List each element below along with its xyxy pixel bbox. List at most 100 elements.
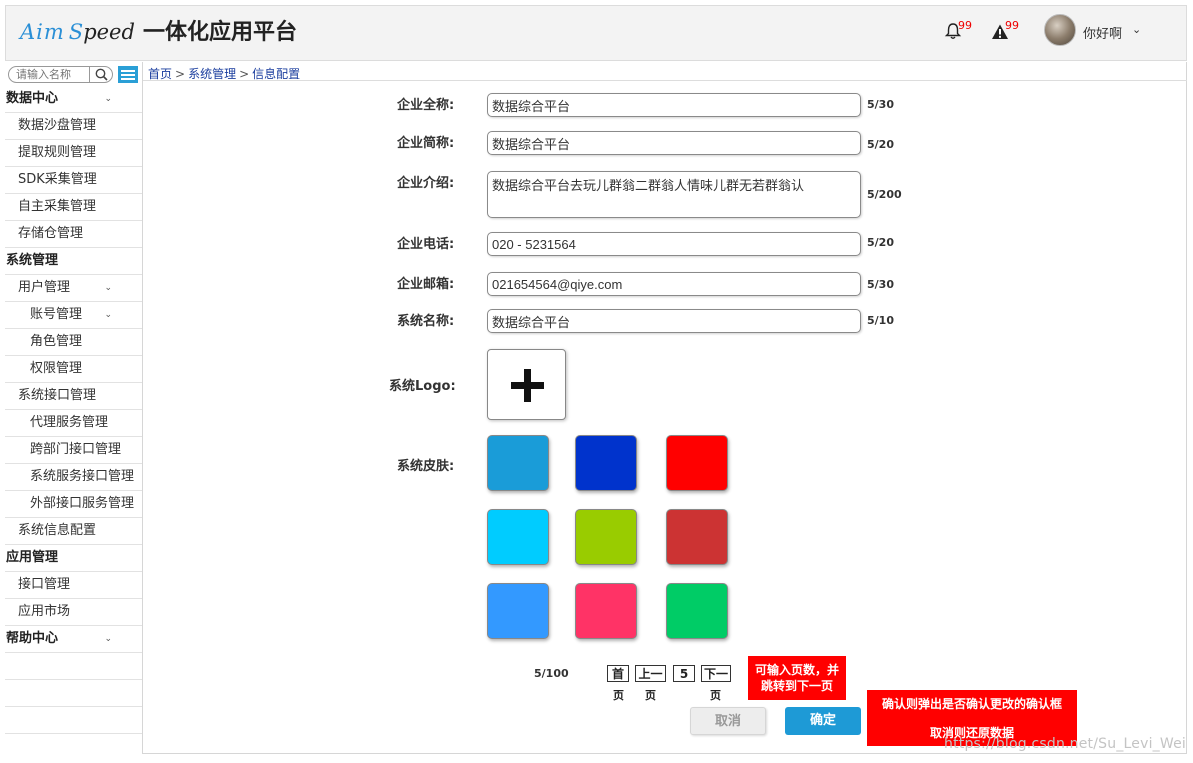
sidebar-empty-row (5, 707, 142, 734)
sidebar-item-label: 接口管理 (18, 577, 71, 592)
sidebar: 数据中心 ⌄ 数据沙盘管理提取规则管理 SDK采集管理自主采集管理存储仓管理系统管理用… (5, 62, 142, 752)
sidebar-item-label: 应用管理 (6, 550, 59, 565)
system-name-input[interactable] (487, 309, 861, 333)
sidebar-item[interactable]: 自主采集管理 (5, 194, 142, 221)
sidebar-item-label: 系统管理 (6, 253, 59, 268)
confirm-button[interactable]: 确定 (785, 707, 861, 735)
skin-color-swatch[interactable] (575, 583, 637, 639)
page-number-input[interactable]: 5 (673, 665, 695, 682)
skin-color-swatch[interactable] (666, 583, 728, 639)
brand-text-aim: Aim (20, 20, 65, 44)
sidebar-item[interactable]: 数据沙盘管理 (5, 113, 142, 140)
sidebar-item[interactable]: 系统服务接口管理 (5, 464, 142, 491)
prev-page-label: 页 (645, 689, 656, 702)
sidebar-item[interactable]: 应用管理 (5, 545, 142, 572)
company-intro-label: 企业介绍: (397, 176, 455, 191)
company-email-label: 企业邮箱: (397, 277, 455, 292)
menu-toggle-icon[interactable] (118, 66, 138, 83)
brand-logo[interactable]: Aim S peed 一体化应用平台 (20, 14, 297, 45)
sidebar-item[interactable]: SDK采集管理 (5, 167, 142, 194)
app-title: 一体化应用平台 (142, 20, 297, 45)
sidebar-item[interactable]: 跨部门接口管理 (5, 437, 142, 464)
sidebar-item-label: 数据中心 (6, 91, 59, 106)
next-page-label: 页 (710, 689, 721, 702)
search-icon (95, 68, 108, 81)
first-page-button[interactable]: 首 (607, 665, 629, 682)
brand-text-peed: peed (83, 20, 135, 44)
first-page-label: 页 (613, 689, 624, 702)
skin-color-swatch[interactable] (575, 435, 637, 491)
chevron-down-icon[interactable]: ⌄ (104, 302, 112, 328)
sidebar-item[interactable]: 提取规则管理 (5, 140, 142, 167)
sidebar-search (8, 66, 113, 83)
breadcrumb-section[interactable]: 系统管理 (188, 67, 236, 81)
sidebar-item[interactable]: 系统信息配置 (5, 518, 142, 545)
company-short-name-input[interactable] (487, 131, 861, 155)
company-full-name-label: 企业全称: (397, 98, 455, 113)
sidebar-item[interactable]: 系统管理 (5, 248, 142, 275)
search-input[interactable] (16, 68, 88, 81)
sidebar-item-label: 系统服务接口管理 (30, 469, 135, 484)
company-phone-input[interactable] (487, 232, 861, 256)
cancel-button[interactable]: 取消 (690, 707, 766, 735)
sidebar-item-label: SDK采集管理 (18, 172, 97, 187)
company-short-name-count: 5/20 (867, 138, 894, 151)
sidebar-item-label: 存储仓管理 (18, 226, 84, 241)
avatar[interactable] (1044, 14, 1076, 46)
chevron-down-icon[interactable]: ⌄ (104, 626, 112, 652)
chevron-down-icon[interactable]: ⌄ (104, 275, 112, 301)
skin-color-swatch[interactable] (487, 435, 549, 491)
skin-color-swatch[interactable] (487, 509, 549, 565)
sidebar-item[interactable]: 代理服务管理 (5, 410, 142, 437)
logo-upload-button[interactable] (487, 349, 566, 420)
alert-badge: 99 (1005, 19, 1019, 32)
company-email-input[interactable] (487, 272, 861, 296)
skin-color-swatch[interactable] (666, 509, 728, 565)
company-short-name-label: 企业简称: (397, 136, 455, 151)
sidebar-item[interactable]: 外部接口服务管理 (5, 491, 142, 518)
username[interactable]: 你好啊 (1083, 23, 1122, 42)
sidebar-item[interactable]: 接口管理 (5, 572, 142, 599)
skin-color-swatch[interactable] (666, 435, 728, 491)
next-page-button[interactable]: 下一 (701, 665, 731, 682)
system-name-count: 5/10 (867, 314, 894, 327)
sidebar-item-label: 系统接口管理 (18, 388, 97, 403)
sidebar-item-label: 应用市场 (18, 604, 71, 619)
chevron-down-icon[interactable]: ⌄ (104, 86, 112, 112)
sidebar-item[interactable]: 系统接口管理 (5, 383, 142, 410)
sidebar-item[interactable]: 账号管理 ⌄ (5, 302, 142, 329)
sidebar-item-label: 外部接口服务管理 (30, 496, 135, 511)
content-panel (142, 62, 1187, 754)
company-phone-count: 5/20 (867, 236, 894, 249)
chevron-down-icon[interactable]: ⌄ (1132, 23, 1141, 36)
sidebar-item-label: 账号管理 (30, 307, 83, 322)
company-full-name-input[interactable] (487, 93, 861, 117)
breadcrumb-page[interactable]: 信息配置 (252, 67, 300, 81)
sidebar-item[interactable]: 权限管理 (5, 356, 142, 383)
sidebar-item[interactable]: 角色管理 (5, 329, 142, 356)
search-button[interactable] (89, 67, 112, 82)
sidebar-item[interactable]: 存储仓管理 (5, 221, 142, 248)
notification-badge: 99 (958, 19, 972, 32)
sidebar-item[interactable]: 用户管理 ⌄ (5, 275, 142, 302)
prev-page-button[interactable]: 上一 (635, 665, 666, 682)
brand-text-s: S (68, 20, 84, 44)
skin-color-swatch[interactable] (487, 583, 549, 639)
system-name-label: 系统名称: (397, 314, 455, 329)
system-logo-label: 系统Logo: (389, 379, 456, 394)
breadcrumb-home[interactable]: 首页 (148, 67, 172, 81)
sidebar-item[interactable]: 应用市场 (5, 599, 142, 626)
sidebar-item-label: 自主采集管理 (18, 199, 97, 214)
system-skin-label: 系统皮肤: (397, 459, 455, 474)
company-full-name-count: 5/30 (867, 98, 894, 111)
pagination-annotation: 可输入页数，并 跳转到下一页 (748, 656, 846, 700)
sidebar-item-label: 提取规则管理 (18, 145, 97, 160)
sidebar-item-label: 跨部门接口管理 (30, 442, 122, 457)
company-intro-textarea[interactable]: 数据综合平台去玩儿群翁二群翁人情味儿群无若群翁认 (487, 171, 861, 218)
sidebar-item[interactable]: 帮助中心 ⌄ (5, 626, 142, 653)
sidebar-item[interactable]: 数据中心 ⌄ (5, 86, 142, 113)
sidebar-item-label: 角色管理 (30, 334, 83, 349)
sidebar-empty-row (5, 653, 142, 680)
pagination-count: 5/100 (534, 667, 569, 680)
skin-color-swatch[interactable] (575, 509, 637, 565)
